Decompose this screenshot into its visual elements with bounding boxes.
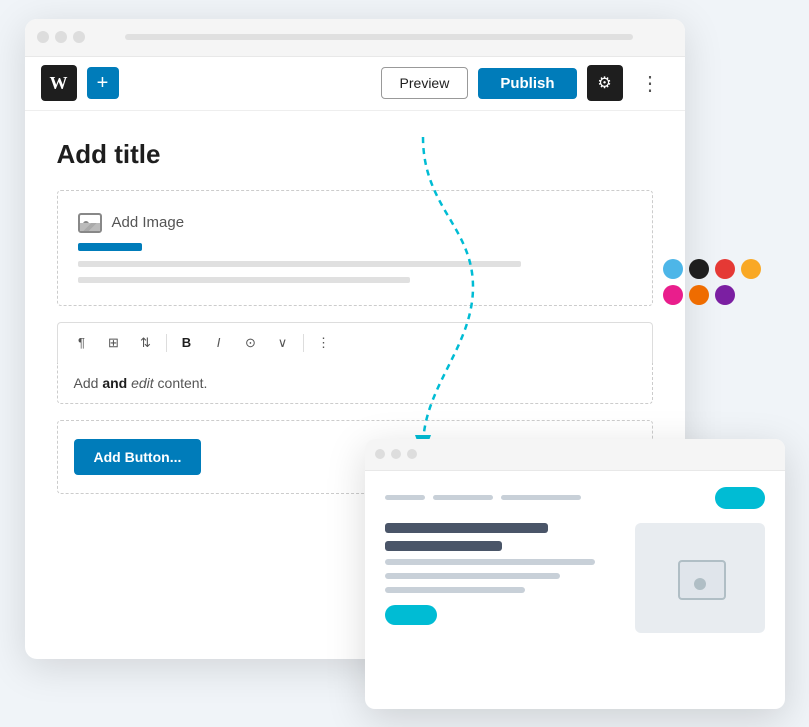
text-block[interactable]: Add and edit content. [57,363,653,404]
preview-heading-1 [385,523,549,533]
text-suffix: content. [154,375,208,391]
format-toolbar: ¶ ⊞ ⇅ B I ⊙ ∨ ⋮ [57,322,653,363]
more-format-button[interactable]: ⋮ [310,329,338,357]
color-dot-orange[interactable] [689,285,709,305]
preview-left-content [385,523,619,633]
color-palette [663,259,761,305]
preview-dot-2 [391,449,401,459]
preview-dot-1 [375,449,385,459]
text-italic: edit [131,375,154,391]
image-block-line-gray-1 [78,261,521,267]
preview-nav-bar-3 [501,495,581,500]
bold-button[interactable]: B [173,329,201,357]
preview-heading-2 [385,541,502,551]
color-dot-yellow[interactable] [741,259,761,279]
window-titlebar [25,19,685,57]
italic-button[interactable]: I [205,329,233,357]
traffic-light-minimize [55,31,67,43]
text-prefix: Add [74,375,103,391]
preview-dot-3 [407,449,417,459]
grid-button[interactable]: ⊞ [100,329,128,357]
color-dot-red[interactable] [715,259,735,279]
preview-text-2 [385,573,561,579]
preview-body [385,523,765,633]
preview-image-box [635,523,765,633]
preview-window [365,439,785,709]
wp-logo: W [41,65,77,101]
image-placeholder: Add Image [78,213,632,233]
paragraph-button[interactable]: ¶ [68,329,96,357]
preview-nav-cta [715,487,765,509]
color-dot-pink[interactable] [663,285,683,305]
add-image-label: Add Image [112,214,185,231]
preview-text-1 [385,559,596,565]
image-icon [78,213,102,233]
image-block-line-gray-2 [78,277,410,283]
color-dot-dark[interactable] [689,259,709,279]
image-block[interactable]: Add Image [57,190,653,306]
gear-icon: ⚙ [597,73,611,93]
publish-button[interactable]: Publish [478,68,576,99]
preview-nav-bar-2 [433,495,493,500]
editor-title-placeholder[interactable]: Add title [57,139,653,170]
preview-button[interactable]: Preview [381,67,469,99]
settings-button[interactable]: ⚙ [587,65,623,101]
editor-toolbar: W + Preview Publish ⚙ ⋮ [25,57,685,111]
fmt-divider-1 [166,334,167,352]
color-dot-light-blue[interactable] [663,259,683,279]
link-button[interactable]: ⊙ [237,329,265,357]
add-button-element[interactable]: Add Button... [74,439,202,475]
preview-titlebar [365,439,785,471]
preview-cta-button [385,605,437,625]
arrows-button[interactable]: ⇅ [132,329,160,357]
traffic-lights [37,31,85,43]
preview-content [365,471,785,649]
more-options-button[interactable]: ⋮ [633,65,669,101]
titlebar-url-bar [125,34,633,40]
preview-nav-bar-1 [385,495,425,500]
text-bold: and [102,375,127,391]
traffic-light-maximize [73,31,85,43]
fmt-divider-2 [303,334,304,352]
image-block-line-blue [78,243,142,251]
more-icon: ⋮ [640,71,661,96]
preview-image-icon [678,560,722,596]
add-new-button[interactable]: + [87,67,119,99]
preview-text-3 [385,587,525,593]
color-dot-purple[interactable] [715,285,735,305]
traffic-light-close [37,31,49,43]
preview-nav [385,487,765,509]
chevron-button[interactable]: ∨ [269,329,297,357]
